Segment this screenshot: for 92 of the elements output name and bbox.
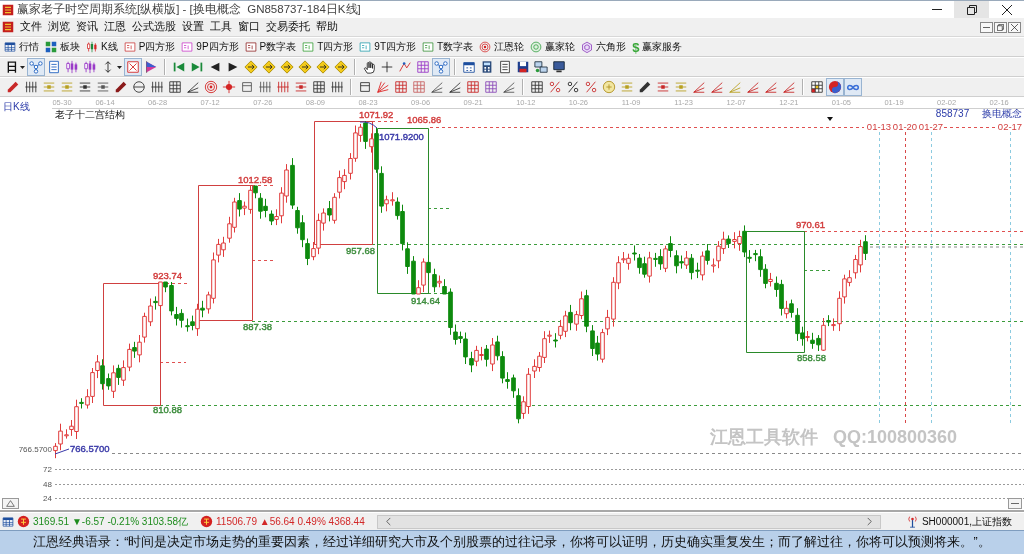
menu-item[interactable]: 江恩 (104, 20, 126, 34)
price-label: 810.88 (153, 404, 183, 415)
right-chevron-icon[interactable] (866, 517, 872, 526)
blocks-icon[interactable] (45, 41, 57, 53)
menu-item[interactable]: 交易委托 (266, 20, 310, 34)
toolbar-button[interactable]: 六角形 (581, 38, 627, 56)
round-badge-icon (200, 515, 213, 528)
toolbar-button[interactable]: 日 (4, 58, 27, 76)
menu-item[interactable]: 帮助 (316, 20, 338, 34)
chart-title: 老子十二宫结构 (55, 109, 125, 120)
level-line (803, 270, 831, 271)
minus-icon (1011, 503, 1019, 504)
trend-line (54, 448, 70, 455)
toolbar-button[interactable]: T四方形 (302, 38, 354, 56)
index-quote: 11506.79 ▲56.64 0.49% 4368.44 (216, 516, 365, 527)
price-label: 766.5700 (70, 443, 110, 454)
menu-item[interactable]: 工具 (210, 20, 232, 34)
menu-item[interactable]: 公式选股 (132, 20, 176, 34)
square-icon[interactable] (181, 41, 194, 53)
price-label: 923.74 (153, 270, 183, 281)
price-label: 970.61 (796, 219, 826, 230)
restore-icon (966, 4, 977, 15)
toolbar-button[interactable]: K线 (86, 38, 118, 56)
menu-item[interactable]: 窗口 (238, 20, 260, 34)
projection-date-label: 02-17 (997, 121, 1023, 132)
price-label: 1012.58 (238, 174, 273, 185)
hexagon-icon[interactable] (581, 41, 594, 53)
trend-line (359, 121, 378, 129)
scrollbar[interactable] (376, 514, 881, 529)
price-label: 887.38 (243, 321, 273, 332)
volume-axis-label: 24 (43, 494, 52, 503)
period-label: 日K线 (3, 101, 30, 112)
minimize-button[interactable] (980, 21, 993, 33)
quote-text: 江恩经典语录：“时间是决定市场走势的重要因素，经过详细研究大市及个别股票的过往记录，你将可以证明，历史确实重复发生；而了解过往，你将可以预测将来。”。 (33, 534, 991, 551)
price-label: 1071.92 (359, 109, 394, 120)
logo-icon (2, 3, 14, 16)
target-icon[interactable] (479, 41, 492, 53)
level-line (371, 121, 399, 122)
volume-axis-label: 48 (43, 480, 52, 489)
caret-icon[interactable] (117, 65, 122, 69)
restore-button[interactable] (954, 1, 989, 18)
toolbar-button[interactable]: P四方形 (123, 38, 176, 56)
level-line (159, 362, 187, 363)
price-label: 957.68 (346, 245, 376, 256)
projection-date-label: 01-13 (866, 121, 892, 132)
minimize-icon (931, 9, 942, 10)
toolbar-button[interactable]: $ 赢家服务 (632, 38, 683, 56)
table-icon[interactable] (4, 41, 16, 53)
watermark-text: 江恩工具软件 QQ:100800360 (710, 427, 958, 447)
menu-item[interactable]: 设置 (182, 20, 204, 34)
down-triangle-icon (827, 117, 833, 121)
price-label: 1065.86 (407, 114, 442, 125)
index-quote: 3169.51 ▼-6.57 -0.21% 3103.58亿 (33, 514, 188, 529)
window-title: 赢家老子时空周期系统[纵横版] - [换电概念 GN858737-184日K线] (17, 2, 361, 17)
security-label: 858737 换电概念 (935, 108, 1022, 119)
triangle-icon (6, 500, 15, 507)
price-label: 914.64 (411, 295, 441, 306)
antenna-icon (905, 515, 919, 528)
toolbar-button[interactable]: 板块 (45, 38, 80, 56)
menu-item[interactable]: 文件 (20, 20, 42, 34)
toolbar-button[interactable]: 赢家轮 (530, 38, 576, 56)
toolbar-button[interactable]: 9P四方形 (181, 38, 239, 56)
toolbar-button[interactable]: 行情 (4, 38, 39, 56)
table-icon (2, 515, 14, 528)
logo-icon (2, 21, 14, 33)
price-label: 858.58 (797, 352, 827, 363)
caret-icon[interactable] (20, 65, 25, 69)
round-badge-icon (17, 515, 30, 528)
panel-toggle-button[interactable] (2, 498, 19, 509)
close-icon (1011, 23, 1018, 31)
square-icon[interactable] (244, 41, 257, 53)
menu-item[interactable]: 资讯 (76, 20, 98, 34)
toolbar-button[interactable]: T数字表 (422, 38, 474, 56)
left-chevron-icon[interactable] (385, 517, 391, 526)
close-icon (1001, 4, 1012, 15)
infinity-icon[interactable] (846, 83, 860, 91)
menu-item[interactable]: 浏览 (48, 20, 70, 34)
square-icon[interactable] (123, 41, 136, 53)
price-label: 1071.9200 (379, 131, 424, 142)
toolbar-button[interactable]: 9T四方形 (359, 38, 417, 56)
projection-date-label: 01-20 (892, 121, 918, 132)
level-line (943, 127, 997, 128)
projection-date-label: 01-27 (918, 121, 944, 132)
security-label: SH000001,上证指数 (921, 514, 1012, 529)
restore-icon (997, 23, 1004, 31)
price-axis-label: 766.5700 (18, 445, 52, 454)
volume-axis-label: 72 (43, 465, 52, 474)
toolbar-button[interactable]: 江恩轮 (479, 38, 525, 56)
candlestick-icon[interactable] (86, 41, 98, 53)
toolbar-button[interactable]: P数字表 (244, 38, 297, 56)
panel-minimize-button[interactable] (1008, 498, 1022, 509)
minimize-icon (983, 26, 990, 28)
